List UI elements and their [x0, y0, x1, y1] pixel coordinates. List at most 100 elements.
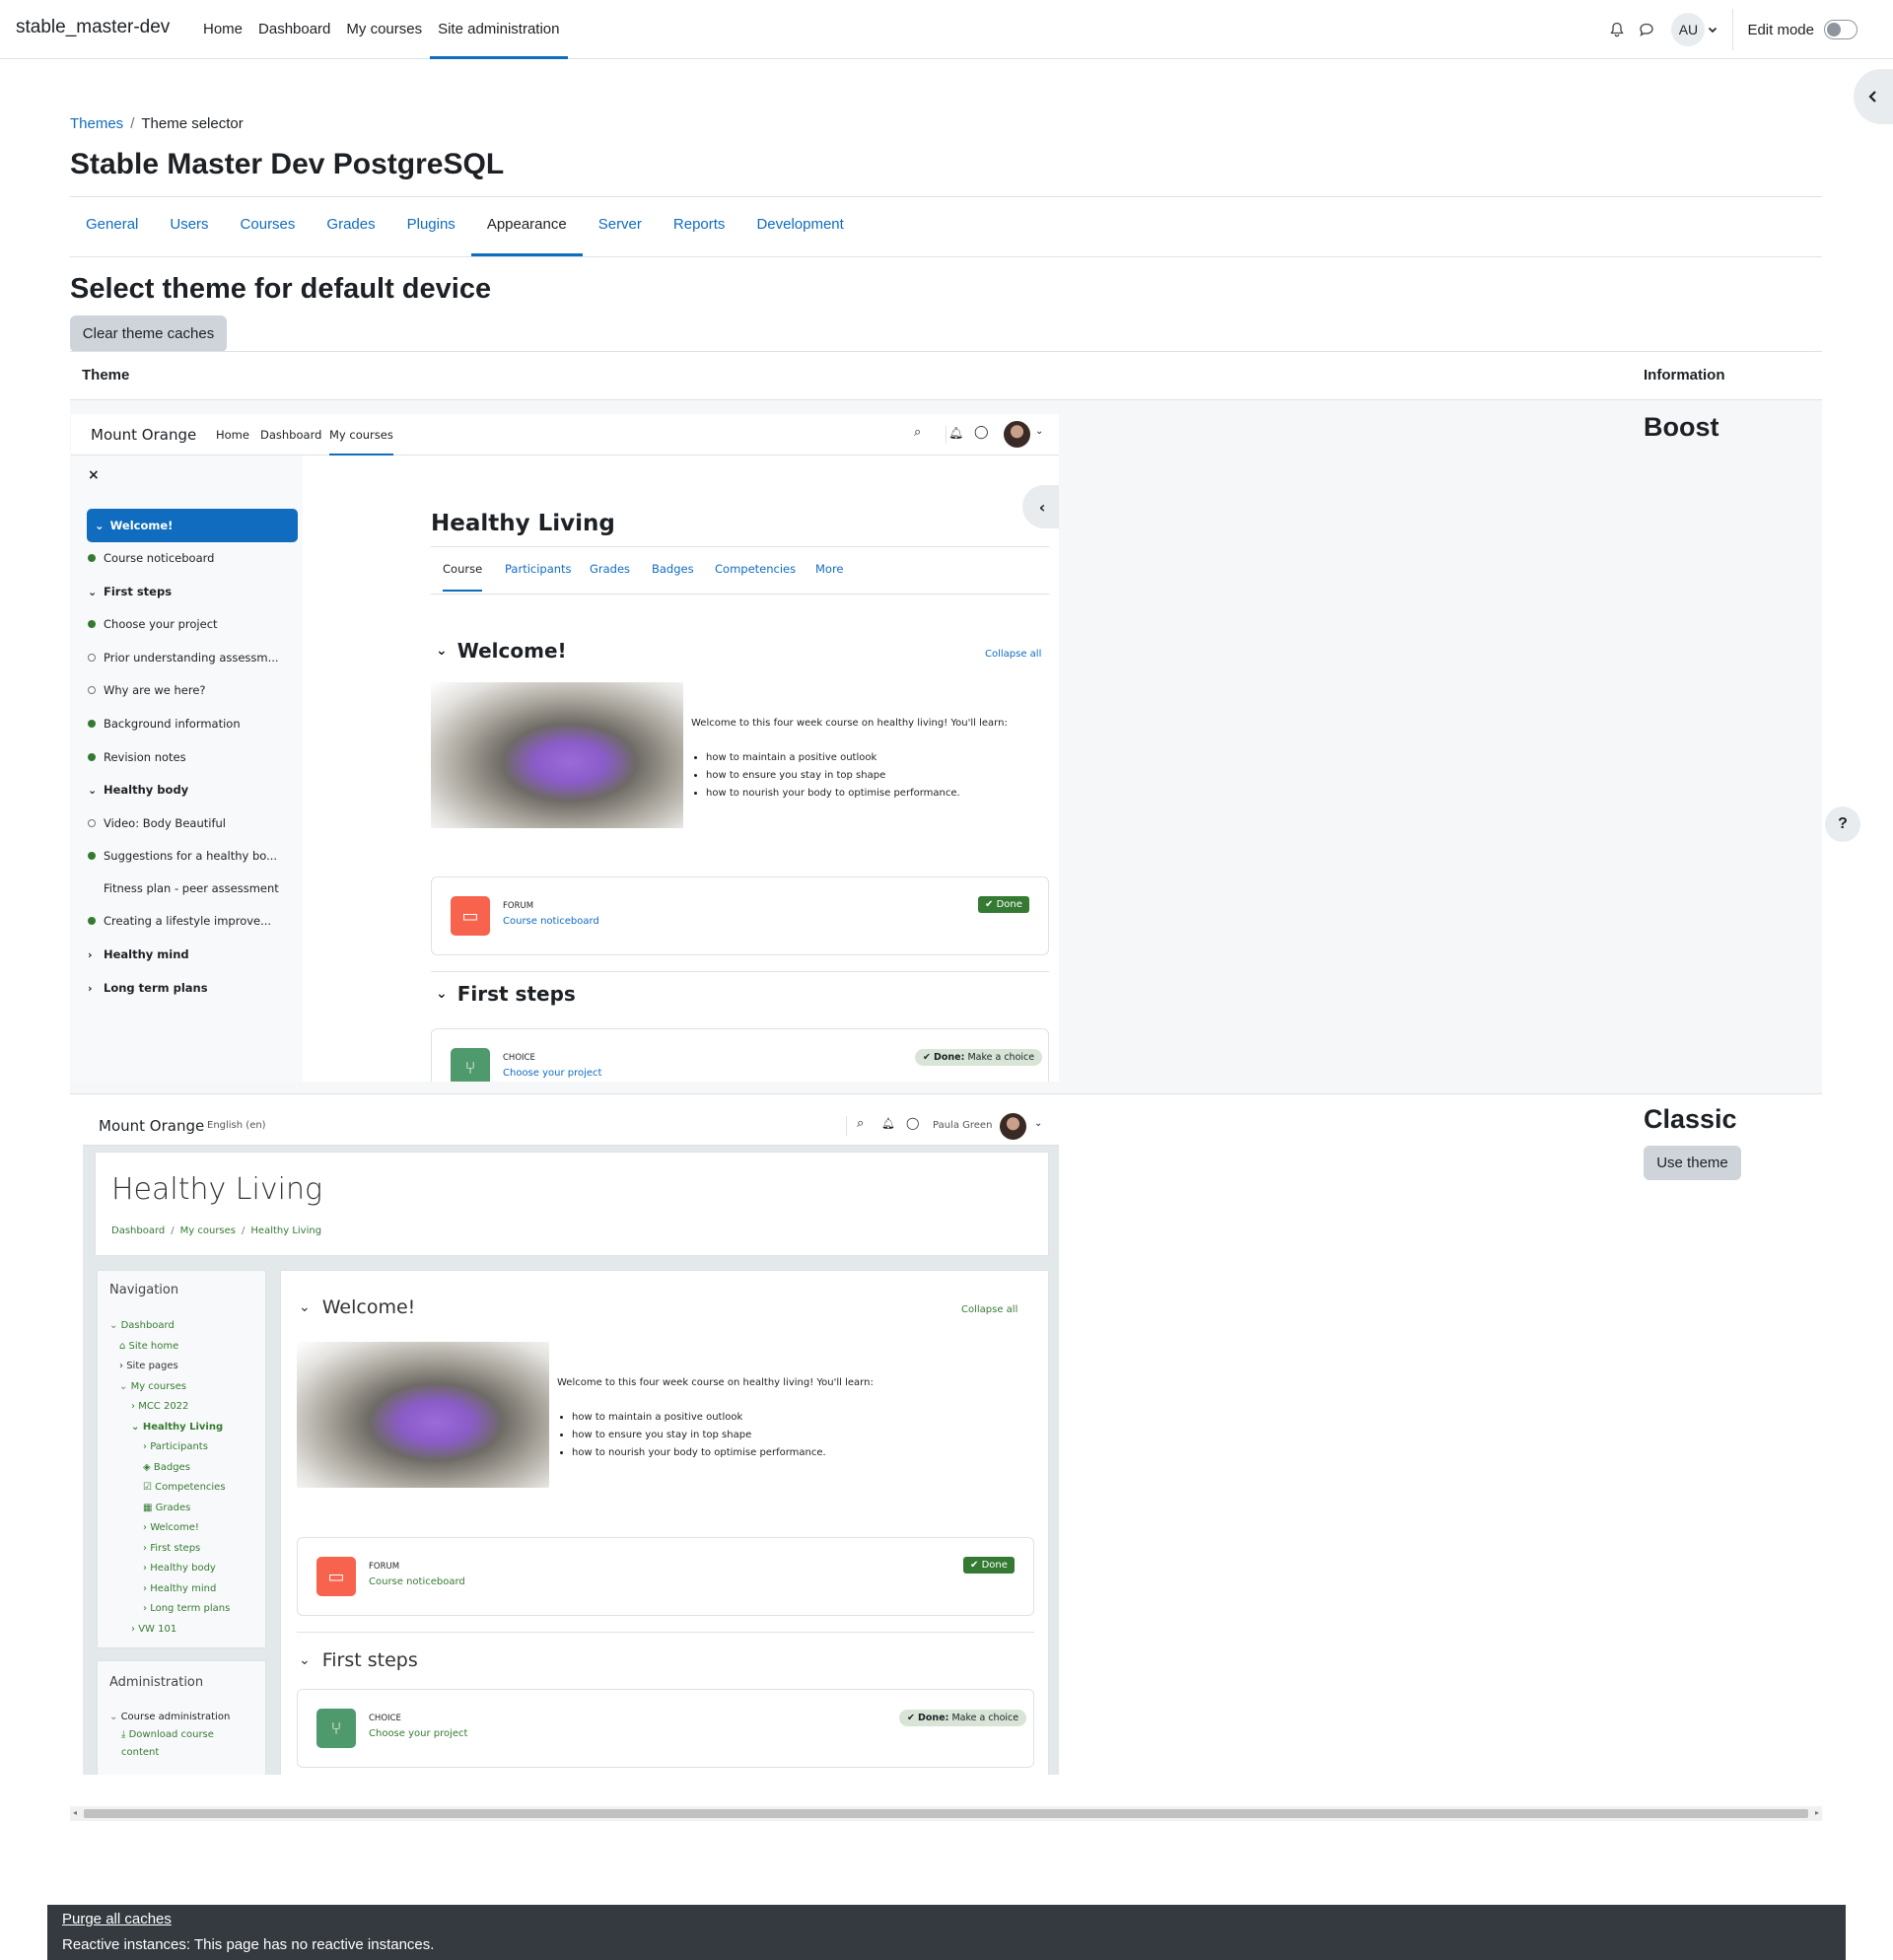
close-icon: × — [88, 467, 100, 483]
index-item-welcome: ⌄ Welcome! — [87, 509, 298, 542]
done-badge: ✔ Done — [978, 896, 1029, 913]
choice-icon: ⑂ — [316, 1709, 356, 1748]
preview-forum-card: ▭ FORUM Course noticeboard ✔ Done — [297, 1537, 1034, 1616]
column-header-theme: Theme — [82, 367, 130, 384]
course-image — [297, 1342, 549, 1488]
primary-nav: Home Dashboard My courses Site administr… — [195, 0, 568, 59]
bell-icon[interactable] — [1602, 15, 1632, 44]
use-theme-button[interactable]: Use theme — [1644, 1146, 1741, 1180]
search-icon: ⌕ — [857, 1116, 865, 1131]
theme-name-boost: Boost — [1644, 412, 1719, 442]
index-item: Prior understanding assessm... — [88, 651, 279, 665]
nav-dashboard[interactable]: Dashboard — [250, 0, 338, 59]
index-item: Revision notes — [88, 750, 186, 764]
avatar[interactable]: AU — [1671, 13, 1706, 46]
bell-icon: 🔔︎ — [948, 426, 964, 440]
index-item: Video: Body Beautiful — [88, 816, 226, 830]
section-heading: Select theme for default device — [70, 273, 492, 305]
done-choice-badge: ✔ Done: Make a choice — [899, 1710, 1027, 1726]
index-section: › Healthy mind — [88, 947, 189, 961]
scroll-right-icon[interactable]: ▸ — [1815, 1808, 1819, 1817]
top-navbar: stable_master-dev Home Dashboard My cour… — [0, 0, 1893, 59]
tab-general[interactable]: General — [70, 197, 154, 256]
divider — [846, 1116, 847, 1136]
divider — [70, 256, 1822, 257]
boost-theme-preview[interactable]: Mount Orange Home Dashboard My courses ⌕… — [71, 414, 1059, 1082]
tab-grades[interactable]: Grades — [311, 197, 390, 256]
preview-course-title: Healthy Living — [431, 511, 615, 536]
done-choice-badge: ✔ Done: Make a choice — [915, 1049, 1043, 1066]
preview-section-welcome: ⌄ Welcome! — [436, 639, 567, 663]
choice-icon: ⑂ — [451, 1048, 490, 1082]
index-item: Course noticeboard — [88, 551, 214, 565]
preview-section-first-steps: ⌄ First steps — [436, 982, 576, 1006]
index-item: Background information — [88, 717, 241, 731]
preview-course-index: × ⌄ Welcome! Course noticeboard ⌄ First st… — [71, 455, 303, 1082]
scrollbar-thumb[interactable] — [84, 1809, 1808, 1818]
preview-course-main: ‹ Healthy Living Course Participants Gra… — [303, 455, 1059, 1082]
clear-theme-caches-button[interactable]: Clear theme caches — [70, 315, 227, 352]
scroll-left-icon[interactable]: ◂ — [73, 1808, 77, 1817]
chevron-left-icon — [1868, 91, 1876, 103]
index-section: › Long term plans — [88, 981, 208, 995]
tab-development[interactable]: Development — [740, 197, 859, 256]
chat-icon[interactable] — [1632, 15, 1661, 44]
nav-site-administration[interactable]: Site administration — [430, 0, 568, 59]
preview-nav-my-courses: My courses — [329, 428, 393, 455]
open-block-drawer-button[interactable] — [1854, 69, 1893, 124]
tab-appearance[interactable]: Appearance — [470, 197, 583, 256]
classic-theme-preview[interactable]: Mount Orange English (en) ⌕ 🔔︎ ◯ Paula G… — [83, 1106, 1059, 1775]
tab-server[interactable]: Server — [583, 197, 658, 256]
preview-page-header: Healthy Living Dashboard / My courses / Heal… — [95, 1152, 1049, 1256]
preview-breadcrumb: Dashboard / My courses / Healthy Living — [111, 1225, 322, 1236]
breadcrumb-themes[interactable]: Themes — [70, 115, 123, 132]
preview-course-tabs: Course Participants Grades Badges Compet… — [431, 546, 1049, 595]
nav-my-courses[interactable]: My courses — [338, 0, 430, 59]
done-badge: ✔ Done — [963, 1557, 1015, 1574]
preview-course-main: ⌄ Welcome! Collapse all Welcome to this f… — [280, 1270, 1049, 1775]
forum-icon: ▭ — [316, 1557, 356, 1596]
help-button[interactable]: ? — [1825, 806, 1860, 842]
preview-nav-home: Home — [216, 428, 249, 442]
chat-icon: ◯ — [974, 425, 989, 440]
course-image — [431, 682, 683, 828]
breadcrumb-separator: / — [130, 115, 135, 132]
tab-reports[interactable]: Reports — [658, 197, 741, 256]
search-icon: ⌕ — [914, 425, 922, 440]
tab-plugins[interactable]: Plugins — [391, 197, 471, 256]
bell-icon: 🔔︎ — [881, 1117, 895, 1130]
purge-all-caches-link[interactable]: Purge all caches — [62, 1911, 172, 1927]
chevron-left-icon: ‹ — [1022, 485, 1059, 528]
nav-home[interactable]: Home — [195, 0, 250, 59]
chevron-down-icon[interactable] — [1705, 15, 1720, 44]
breadcrumb: Themes / Theme selector — [70, 115, 244, 132]
preview-choice-card: ⑂ CHOICE Choose your project ✔ Done: Mak… — [431, 1028, 1049, 1082]
avatar — [1004, 421, 1030, 448]
preview-navbar: Mount Orange English (en) ⌕ 🔔︎ ◯ Paula G… — [83, 1106, 1059, 1146]
chevron-down-icon: ⌄ — [1035, 426, 1044, 437]
horizontal-scrollbar[interactable]: ◂ ▸ — [70, 1806, 1822, 1821]
preview-nav-tree: ⌄ Dashboard ⌂ Site home › Site pages ⌄ M… — [109, 1320, 231, 1635]
edit-mode-label: Edit mode — [1747, 21, 1814, 38]
tab-users[interactable]: Users — [154, 197, 224, 256]
preview-navigation-block: Navigation ⌄ Dashboard ⌂ Site home › Sit… — [97, 1270, 266, 1648]
index-section: ⌄ First steps — [88, 585, 173, 598]
preview-navbar: Mount Orange Home Dashboard My courses ⌕… — [71, 414, 1059, 455]
column-header-information: Information — [1644, 367, 1725, 384]
reactive-instances-text: Reactive instances: This page has no rea… — [62, 1936, 435, 1953]
site-name[interactable]: stable_master-dev — [16, 17, 170, 38]
page-title: Stable Master Dev PostgreSQL — [70, 148, 505, 180]
preview-intro: Welcome to this four week course on heal… — [691, 718, 1008, 729]
preview-nav-dashboard: Dashboard — [260, 428, 322, 442]
index-item: Suggestions for a healthy bo... — [88, 849, 277, 863]
footer: Purge all caches Reactive instances: Thi… — [47, 1905, 1846, 1960]
index-section: ⌄ Healthy body — [88, 783, 189, 797]
breadcrumb-theme-selector: Theme selector — [141, 115, 244, 132]
tab-courses[interactable]: Courses — [225, 197, 312, 256]
divider — [1732, 9, 1734, 50]
preview-choice-card: ⑂ CHOICE Choose your project ✔ Done: Mak… — [297, 1689, 1034, 1768]
forum-icon: ▭ — [451, 896, 490, 936]
edit-mode-toggle[interactable] — [1824, 20, 1858, 39]
index-item: Fitness plan - peer assessment — [104, 881, 279, 895]
chevron-down-icon: ⌄ — [1034, 1118, 1043, 1129]
